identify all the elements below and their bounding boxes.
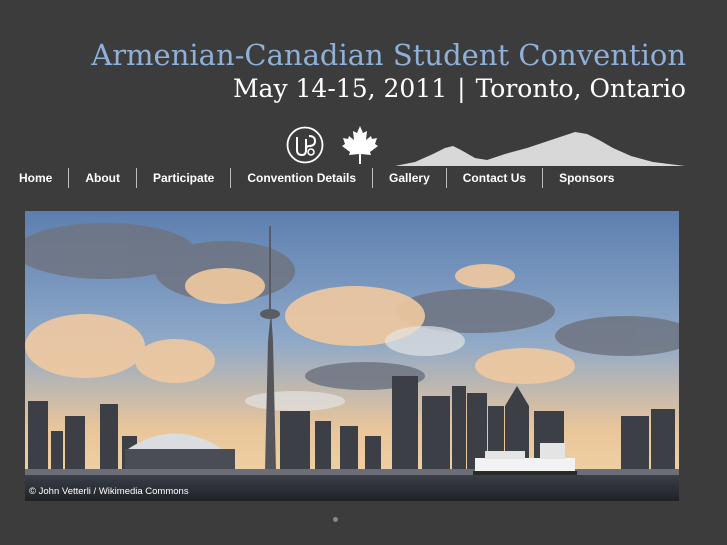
maple-leaf-icon (342, 126, 378, 164)
nav-participate[interactable]: Participate (137, 168, 230, 188)
event-date: May 14-15, 2011 (232, 74, 448, 103)
date-location-separator: | (457, 74, 466, 103)
slideshow-indicator[interactable] (333, 517, 338, 522)
hero-skyline-image (25, 211, 679, 501)
photo-credit: © John Vetterli / Wikimedia Commons (29, 486, 189, 497)
site-title: Armenian-Canadian Student Convention (91, 38, 686, 72)
nav-gallery[interactable]: Gallery (373, 168, 446, 188)
nav-contact-us[interactable]: Contact Us (447, 168, 542, 188)
main-nav: Home About Participate Convention Detail… (0, 168, 630, 188)
acsc-logo-icon (286, 126, 324, 164)
nav-sponsors[interactable]: Sponsors (543, 168, 630, 188)
nav-home[interactable]: Home (0, 168, 68, 188)
event-date-location: May 14-15, 2011 | Toronto, Ontario (0, 74, 686, 103)
mount-ararat-icon (395, 132, 685, 166)
nav-about[interactable]: About (69, 168, 136, 188)
event-location: Toronto, Ontario (475, 74, 686, 103)
nav-convention-details[interactable]: Convention Details (231, 168, 372, 188)
